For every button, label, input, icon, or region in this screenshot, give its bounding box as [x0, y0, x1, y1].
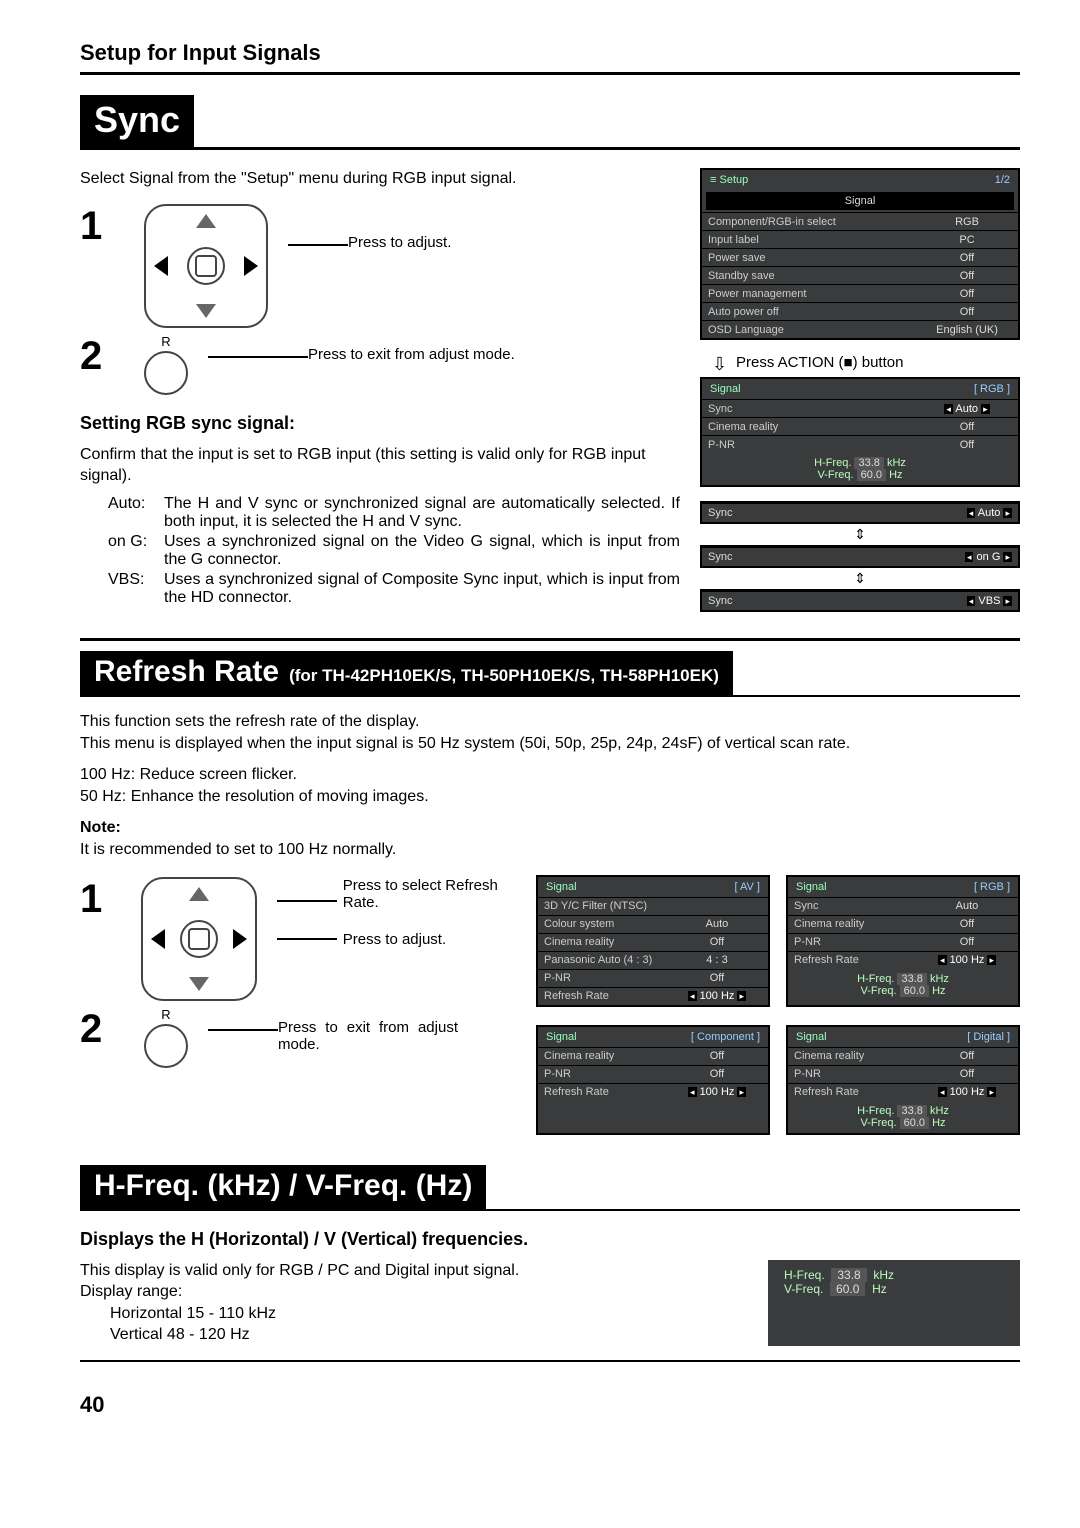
dpad-icon [141, 877, 257, 1001]
refresh-step1-cap2: Press to adjust. [337, 931, 446, 948]
osd-tag: [ RGB ] [974, 383, 1010, 395]
hfreq-p4: Vertical 48 - 120 Hz [110, 1324, 748, 1346]
refresh-title-small: (for TH-42PH10EK/S, TH-50PH10EK/S, TH-58… [289, 666, 719, 686]
def-key: on G: [108, 533, 164, 569]
sync-state-row: Sync◂ on G ▸ [700, 545, 1020, 568]
refresh-note-label: Note: [80, 817, 1020, 839]
step2-caption: Press to exit from adjust mode. [308, 334, 515, 363]
osd-title: Signal [710, 383, 741, 395]
refresh-title-big: Refresh Rate [94, 655, 279, 689]
step-number-2: 2 [80, 334, 124, 379]
hfreq-title: H-Freq. (kHz) / V-Freq. (Hz) [80, 1165, 486, 1211]
sync-confirm-text: Confirm that the input is set to RGB inp… [80, 444, 680, 487]
osd-av: Signal[ AV ] 3D Y/C Filter (NTSC) Colour… [536, 875, 770, 1007]
osd-row: Panasonic Auto (4 : 3)4 : 3 [538, 951, 768, 969]
osd-row: Cinema realityOff [702, 418, 1018, 436]
osd-row: P-NROff [702, 436, 1018, 454]
osd-row: Refresh Rate◂ 100 Hz ▸ [538, 987, 768, 1005]
hfreq-sub: Displays the H (Horizontal) / V (Vertica… [80, 1229, 1020, 1250]
def-key: Auto: [108, 495, 164, 531]
osd-row: SyncAuto [788, 897, 1018, 915]
osd-page: 1/2 [995, 174, 1010, 186]
sync-state-row: Sync◂ Auto ▸ [700, 501, 1020, 524]
refresh-note-text: It is recommended to set to 100 Hz norma… [80, 839, 1020, 861]
setup-osd-panel: ≡ Setup1/2 Signal Component/RGB-in selec… [700, 168, 1020, 340]
dpad-icon [144, 204, 268, 328]
step1-caption: Press to adjust. [348, 204, 451, 251]
step-number-2: 2 [80, 1007, 124, 1052]
updown-icon: ⇕ [700, 570, 1020, 587]
osd-row: Cinema realityOff [538, 933, 768, 951]
sync-state-row: Sync◂ VBS ▸ [700, 589, 1020, 612]
osd-row: Refresh Rate◂ 100 Hz ▸ [788, 951, 1018, 969]
def-val: Uses a synchronized signal of Composite … [164, 571, 680, 607]
osd-row: Refresh Rate◂ 100 Hz ▸ [538, 1083, 768, 1101]
osd-row: Cinema realityOff [788, 1047, 1018, 1065]
osd-row: P-NROff [538, 1065, 768, 1083]
refresh-p2: This menu is displayed when the input si… [80, 733, 1020, 755]
osd-row: 3D Y/C Filter (NTSC) [538, 897, 768, 915]
hfreq-p3: Horizontal 15 - 110 kHz [110, 1303, 748, 1325]
sync-definitions: Auto:The H and V sync or synchronized si… [108, 495, 680, 607]
osd-row: Power managementOff [702, 285, 1018, 303]
press-action-label: Press ACTION (■) button [736, 354, 1020, 371]
osd-rgb: Signal[ RGB ] SyncAuto Cinema realityOff… [786, 875, 1020, 1007]
def-key: VBS: [108, 571, 164, 607]
osd-row: Standby saveOff [702, 267, 1018, 285]
osd-row: Input labelPC [702, 231, 1018, 249]
hfreq-display-box: H-Freq. 33.8 kHz V-Freq. 60.0 Hz [768, 1260, 1020, 1346]
section-header: Setup for Input Signals [80, 40, 1020, 75]
osd-signal-strip: Signal [706, 192, 1014, 210]
r-button-label: R [161, 334, 170, 349]
sync-subheading: Setting RGB sync signal: [80, 413, 680, 434]
updown-icon: ⇕ [700, 526, 1020, 543]
osd-row: Refresh Rate◂ 100 Hz ▸ [788, 1083, 1018, 1101]
osd-component: Signal[ Component ] Cinema realityOff P-… [536, 1025, 770, 1135]
osd-row: Cinema realityOff [788, 915, 1018, 933]
def-val: The H and V sync or synchronized signal … [164, 495, 680, 531]
osd-row: P-NROff [538, 969, 768, 987]
step-number-1: 1 [80, 877, 121, 922]
step-number-1: 1 [80, 204, 124, 249]
r-button-label: R [161, 1007, 170, 1022]
sync-intro: Select Signal from the "Setup" menu duri… [80, 168, 680, 190]
refresh-step2-caption: Press to exit from adjust mode. [278, 1007, 458, 1053]
osd-row: P-NROff [788, 933, 1018, 951]
osd-digital: Signal[ Digital ] Cinema realityOff P-NR… [786, 1025, 1020, 1135]
osd-row: Component/RGB-in selectRGB [702, 213, 1018, 231]
osd-row: Cinema realityOff [538, 1047, 768, 1065]
osd-row: Auto power offOff [702, 303, 1018, 321]
refresh-step1-cap1: Press to select Refresh Rate. [337, 877, 520, 911]
hfreq-p2: Display range: [80, 1281, 748, 1303]
hfreq-p1: This display is valid only for RGB / PC … [80, 1260, 748, 1282]
osd-row: Colour systemAuto [538, 915, 768, 933]
osd-row: Power saveOff [702, 249, 1018, 267]
signal-osd-panel: Signal [ RGB ] Sync◂ Auto ▸ Cinema realit… [700, 377, 1020, 487]
r-button-icon [144, 1024, 188, 1068]
def-val: Uses a synchronized signal on the Video … [164, 533, 680, 569]
refresh-p3: 100 Hz: Reduce screen flicker. [80, 764, 1020, 786]
osd-title: Setup [719, 174, 748, 186]
osd-row: OSD LanguageEnglish (UK) [702, 321, 1018, 339]
osd-freq: H-Freq. 33.8 kHz V-Freq. 60.0 Hz [702, 453, 1018, 485]
sync-title: Sync [80, 95, 194, 149]
page-number: 40 [80, 1392, 1020, 1418]
osd-row: Sync◂ Auto ▸ [702, 400, 1018, 418]
refresh-p1: This function sets the refresh rate of t… [80, 711, 1020, 733]
r-button-icon [144, 351, 188, 395]
osd-row: P-NROff [788, 1065, 1018, 1083]
refresh-p4: 50 Hz: Enhance the resolution of moving … [80, 786, 1020, 808]
